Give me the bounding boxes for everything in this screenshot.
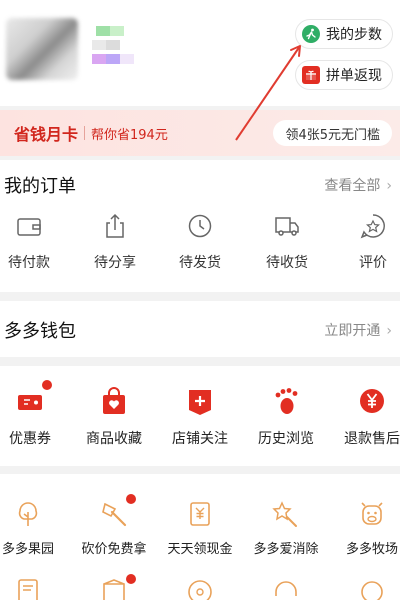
disc-icon: [188, 580, 212, 600]
order-status-label: 待发货: [179, 255, 221, 271]
my-orders-section: 我的订单 查看全部 › 待付款 待分享 待发货 待收货 评价: [0, 160, 400, 292]
service-duoduo-orchard[interactable]: 多多果园: [0, 500, 68, 557]
store-plus-icon: [189, 390, 211, 415]
order-status-label: 待付款: [8, 255, 50, 271]
truck-icon: [275, 217, 299, 236]
notification-dot: [126, 494, 136, 504]
service-bargain-free[interactable]: 砍价免费拿: [74, 494, 154, 557]
service-label: 多多爱消除: [253, 542, 319, 557]
service-label: 历史浏览: [258, 431, 314, 447]
document-icon: [18, 579, 38, 600]
runner-icon: [302, 25, 320, 43]
star-wand-icon: [272, 501, 297, 527]
activate-wallet-link[interactable]: 立即开通 ›: [324, 320, 392, 340]
month-card-subtitle: 帮你省194元: [91, 127, 168, 143]
service-browse-history[interactable]: 历史浏览: [248, 386, 324, 448]
service-label: 优惠券: [9, 431, 51, 447]
axe-icon: [102, 502, 127, 527]
my-steps-label: 我的步数: [326, 27, 382, 43]
group-cashback-label: 拼单返现: [326, 68, 382, 84]
service-label: 天天领现金: [167, 542, 233, 557]
service-duoduo-ranch[interactable]: 多多牧场: [332, 500, 400, 557]
month-card-title: 省钱月卡: [14, 125, 79, 144]
savings-month-card[interactable]: 省钱月卡 帮你省194元 领4张5元无门槛: [0, 110, 400, 156]
activate-label: 立即开通: [324, 323, 381, 339]
box-icon: [103, 579, 125, 600]
order-status-label: 待收货: [266, 255, 308, 271]
tree-icon: [18, 502, 38, 526]
service-label: 退款售后: [344, 431, 400, 447]
clock-icon: [188, 214, 212, 238]
view-all-orders-link[interactable]: 查看全部 ›: [324, 175, 392, 195]
refund-yen-icon: [360, 389, 384, 413]
avatar[interactable]: [6, 18, 78, 80]
view-all-label: 查看全部: [324, 178, 381, 194]
service-refund-after-sales[interactable]: 退款售后: [334, 386, 400, 448]
gift-icon: [302, 66, 320, 84]
share-icon: [106, 213, 124, 238]
notification-dot: [126, 574, 136, 584]
wallet-title: 多多钱包: [4, 321, 76, 342]
ring-icon: [361, 581, 383, 600]
order-status-label: 待分享: [94, 255, 136, 271]
quick-services-section: 优惠券 商品收藏 店铺关注 历史浏览 退款售后: [0, 366, 400, 466]
yen-scroll-icon: [190, 502, 210, 526]
review-icon: [360, 214, 385, 239]
order-status-label: 评价: [359, 255, 387, 271]
footprint-icon: [275, 388, 298, 414]
service-favorites[interactable]: 商品收藏: [76, 386, 152, 448]
service-label: 店铺关注: [172, 431, 228, 447]
coupon-claim-button[interactable]: 领4张5元无门槛: [273, 120, 392, 146]
order-status-pending-payment[interactable]: 待付款: [0, 212, 64, 272]
service-label: 商品收藏: [86, 431, 142, 447]
wallet-icon: [17, 218, 41, 236]
service-followed-stores[interactable]: 店铺关注: [162, 386, 238, 448]
duoduo-wallet-section[interactable]: 多多钱包 立即开通 ›: [0, 301, 400, 357]
cow-icon: [361, 502, 383, 525]
service-coupons[interactable]: 优惠券: [0, 380, 68, 448]
service-label: 多多牧场: [345, 542, 398, 557]
more-services-section: 多多果园 砍价免费拿 天天领现金 多多爱消除 多多牧场: [0, 474, 400, 600]
profile-header: 我的步数 拼单返现: [0, 0, 400, 106]
coupon-icon: [18, 395, 42, 410]
bag-heart-icon: [103, 387, 125, 414]
orders-title: 我的订单: [4, 176, 76, 197]
service-label: 多多果园: [1, 542, 54, 557]
order-status-pending-share[interactable]: 待分享: [80, 212, 150, 272]
order-status-pending-shipment[interactable]: 待发货: [165, 212, 235, 272]
chevron-right-icon: ›: [386, 323, 392, 339]
service-label: 砍价免费拿: [81, 542, 147, 557]
group-cashback-button[interactable]: 拼单返现: [295, 60, 393, 90]
order-status-pending-receipt[interactable]: 待收货: [252, 212, 322, 272]
order-status-review[interactable]: 评价: [338, 212, 400, 272]
order-status-row: 待付款 待分享 待发货 待收货 评价: [0, 212, 400, 282]
my-steps-button[interactable]: 我的步数: [295, 19, 393, 49]
notification-dot: [42, 380, 52, 390]
headset-icon: [275, 581, 297, 596]
chevron-right-icon: ›: [386, 178, 392, 194]
service-daily-cash[interactable]: 天天领现金: [160, 500, 240, 557]
username-blurred: [92, 26, 136, 68]
month-card-divider: [84, 126, 86, 140]
service-match-game[interactable]: 多多爱消除: [246, 500, 326, 557]
